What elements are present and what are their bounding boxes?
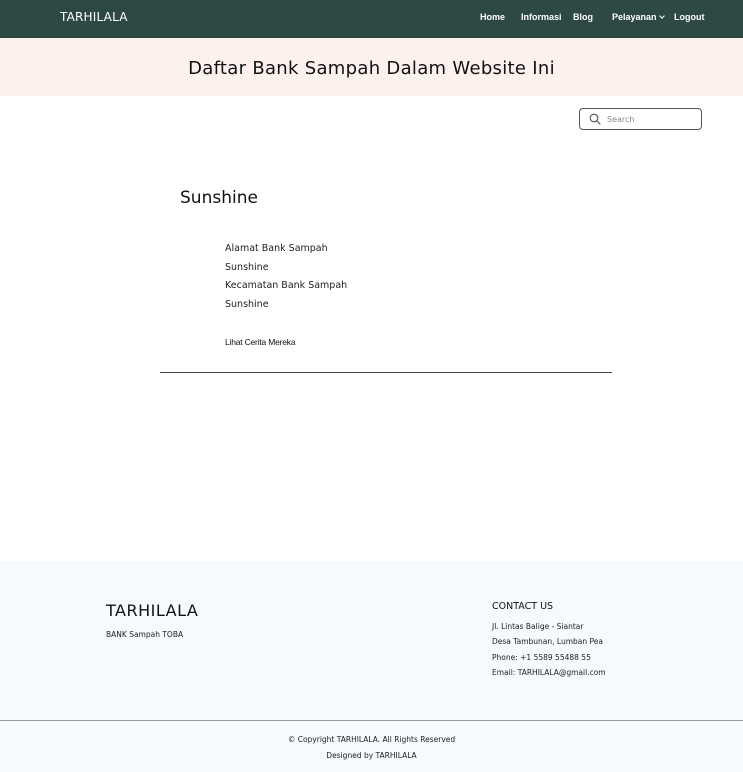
footer-brand: TARHILALA [106, 601, 199, 620]
navbar-brand[interactable]: TARHILALA [60, 10, 128, 24]
address-value: Sunshine [225, 262, 269, 273]
contact-phone: Phone: +1 5589 55488 55 [492, 653, 591, 662]
navbar: TARHILALA Home Informasi Blog Pelayanan … [0, 0, 743, 38]
footer-divider [0, 720, 743, 721]
page-title: Daftar Bank Sampah Dalam Website Ini [188, 58, 555, 79]
nav-pelayanan-label: Pelayanan [612, 12, 657, 22]
district-value: Sunshine [225, 299, 269, 310]
divider [160, 372, 612, 373]
footer-tagline: BANK Sampah TOBA [106, 630, 184, 639]
story-link[interactable]: Lihat Cerita Mereka [225, 337, 296, 347]
contact-address-line2: Desa Tambunan, Lumban Pea [492, 637, 603, 646]
nav-logout[interactable]: Logout [674, 12, 705, 22]
contact-email: Email: TARHILALA@gmail.com [492, 668, 606, 677]
search-input[interactable] [607, 112, 697, 126]
nav-informasi[interactable]: Informasi [521, 12, 562, 22]
search-icon[interactable] [589, 113, 601, 125]
designed-by: Designed by TARHILALA [326, 751, 417, 760]
bank-name: Sunshine [180, 188, 258, 208]
footer: TARHILALA BANK Sampah TOBA CONTACT US Jl… [0, 561, 743, 772]
nav-home[interactable]: Home [480, 12, 505, 22]
page-header: Daftar Bank Sampah Dalam Website Ini [0, 38, 743, 96]
contact-heading: CONTACT US [492, 601, 554, 612]
nav-pelayanan-dropdown[interactable]: Pelayanan [612, 12, 665, 22]
contact-address-line1: Jl. Lintas Balige - Siantar [492, 622, 584, 631]
district-label: Kecamatan Bank Sampah [225, 280, 348, 291]
chevron-down-icon [658, 13, 665, 19]
nav-blog[interactable]: Blog [573, 12, 593, 22]
search-box[interactable] [579, 108, 702, 130]
address-label: Alamat Bank Sampah [225, 243, 328, 254]
copyright: © Copyright TARHILALA. All Rights Reserv… [287, 735, 456, 744]
